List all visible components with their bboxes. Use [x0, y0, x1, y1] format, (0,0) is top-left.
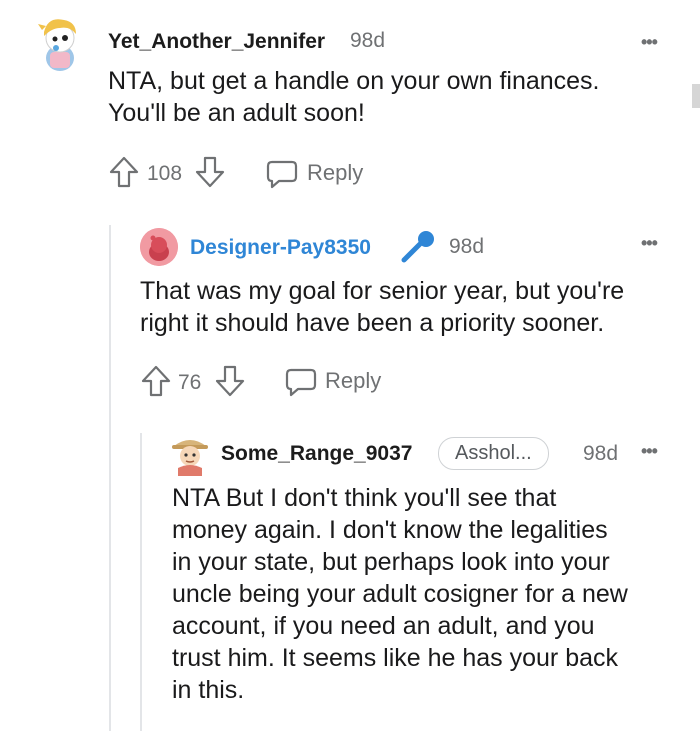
avatar[interactable] [36, 12, 84, 74]
default-avatar-icon [140, 228, 178, 266]
thread-line-level-2[interactable] [140, 433, 142, 731]
downvote-button[interactable] [194, 155, 226, 194]
timestamp: 98d [449, 235, 485, 258]
comment-line: money again. I don't know the legalities [172, 516, 608, 544]
upvote-button[interactable] [108, 155, 140, 194]
microphone-icon [401, 231, 434, 263]
comment-line: You'll be an adult soon! [108, 99, 365, 127]
more-options-button[interactable]: ••• [641, 32, 658, 53]
reply-label: Reply [307, 160, 364, 185]
comment-line: in your state, but perhaps look into you… [172, 548, 610, 576]
avatar[interactable] [170, 432, 210, 476]
comment-line: uncle being your adult cosigner for a ne… [172, 580, 628, 608]
username[interactable]: Yet_Another_Jennifer [108, 30, 325, 54]
user-avatar-icon [38, 19, 76, 71]
upvote-arrow-icon [109, 156, 139, 188]
vote-count: 76 [178, 371, 202, 394]
comment-body: That was my goal for senior year, but yo… [140, 275, 690, 339]
comment-line: in this. [172, 676, 245, 704]
downvote-button[interactable] [214, 364, 246, 403]
scrollbar-thumb[interactable] [692, 84, 700, 108]
comment-bubble-icon [266, 160, 298, 189]
upvote-arrow-icon [141, 365, 171, 397]
username[interactable]: Designer-Pay8350 [190, 236, 371, 260]
timestamp: 98d [350, 29, 386, 52]
user-avatar-icon [172, 440, 208, 476]
downvote-arrow-icon [195, 156, 225, 188]
username[interactable]: Some_Range_9037 [221, 442, 412, 466]
reply-label: Reply [325, 368, 382, 393]
more-options-button[interactable]: ••• [641, 233, 658, 254]
user-flair: Asshol... [438, 437, 549, 470]
more-options-button[interactable]: ••• [641, 441, 658, 462]
comment-line: NTA But I don't think you'll see that [172, 484, 557, 512]
comment-line: account, if you need an adult, and you [172, 612, 595, 640]
comment-line: trust him. It seems like he has your bac… [172, 644, 619, 672]
comment-line: That was my goal for senior year, but yo… [140, 277, 625, 305]
reply-button[interactable]: Reply [285, 365, 395, 399]
upvote-button[interactable] [140, 364, 172, 403]
vote-count: 108 [147, 162, 183, 185]
thread-line-level-1[interactable] [109, 225, 111, 731]
comment-bubble-icon [285, 368, 317, 397]
comment-body: NTA, but get a handle on your own financ… [108, 65, 688, 129]
timestamp: 98d [583, 442, 619, 465]
comment-line: right it should have been a priority soo… [140, 309, 605, 337]
reply-button[interactable]: Reply [266, 157, 376, 191]
downvote-arrow-icon [215, 365, 245, 397]
comment-line: NTA, but get a handle on your own financ… [108, 67, 600, 95]
comment-body: NTA But I don't think you'll see that mo… [172, 482, 692, 706]
avatar[interactable] [140, 228, 178, 266]
op-microphone-badge [398, 228, 438, 269]
